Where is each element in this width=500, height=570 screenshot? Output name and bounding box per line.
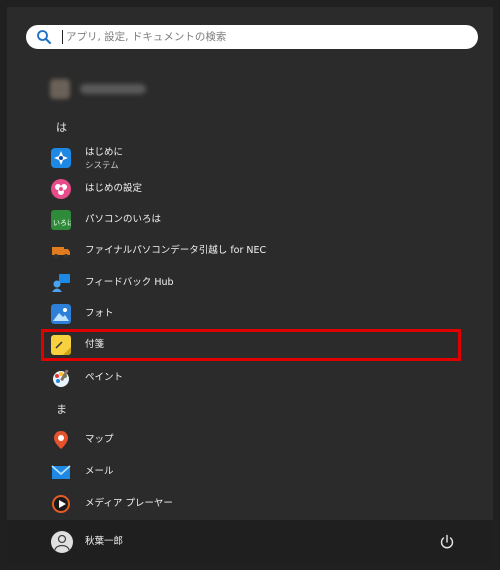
app-label: メール — [85, 466, 114, 477]
paint-icon — [53, 369, 69, 387]
app-data-transfer[interactable]: ファイナルパソコンデータ引越し for NEC — [45, 236, 457, 266]
app-label: フォト — [85, 308, 114, 319]
app-label: ペイント — [85, 372, 124, 383]
iroha-icon: いろは — [51, 210, 71, 230]
app-label: マップ — [85, 434, 114, 445]
text-caret — [62, 30, 63, 44]
media-player-icon — [52, 495, 70, 513]
maps-icon — [54, 431, 68, 449]
data-transfer-truck-icon — [52, 247, 70, 258]
initial-setup-icon — [51, 179, 71, 199]
search-icon — [37, 30, 51, 44]
app-get-started[interactable]: はじめに システム — [45, 143, 457, 173]
app-media-player[interactable]: メディア プレーヤー — [45, 489, 457, 519]
user-name[interactable]: 秋葉一郎 — [85, 535, 123, 549]
app-mail[interactable]: メール — [45, 457, 457, 487]
app-maps[interactable]: マップ — [45, 425, 457, 455]
app-label: はじめに — [85, 147, 124, 158]
app-label: パソコンのいろは — [85, 214, 162, 225]
recent-app-label-blurred — [80, 84, 146, 94]
app-feedback-hub[interactable]: フィードバック Hub — [45, 268, 457, 298]
feedback-hub-icon — [52, 274, 70, 292]
search-placeholder: アプリ, 設定, ドキュメントの検索 — [66, 31, 227, 43]
mail-icon — [51, 465, 71, 479]
app-initial-setup[interactable]: はじめの設定 — [45, 174, 457, 204]
app-label: はじめの設定 — [85, 183, 143, 194]
app-photos[interactable]: フォト — [45, 299, 457, 329]
app-pc-iroha[interactable]: いろは パソコンのいろは — [45, 205, 457, 235]
recent-app-icon-blurred — [50, 79, 70, 99]
user-avatar-icon[interactable] — [51, 531, 73, 553]
highlight-box — [41, 329, 461, 361]
search-box[interactable]: アプリ, 設定, ドキュメントの検索 — [26, 25, 478, 49]
get-started-icon — [51, 148, 71, 168]
app-label: メディア プレーヤー — [85, 498, 173, 509]
photos-icon — [51, 304, 71, 324]
group-header-ha[interactable]: は — [56, 121, 67, 135]
start-footer: 秋葉一郎 — [7, 520, 493, 563]
start-menu-frame: アプリ, 設定, ドキュメントの検索 は はじめに システム はじめの設定 いろ… — [0, 0, 500, 570]
power-icon[interactable] — [439, 534, 455, 550]
app-label: フィードバック Hub — [85, 277, 174, 288]
app-paint[interactable]: ペイント — [45, 363, 457, 393]
app-sublabel: システム — [85, 161, 119, 171]
app-label: ファイナルパソコンデータ引越し for NEC — [85, 245, 267, 256]
group-header-ma[interactable]: ま — [56, 403, 67, 417]
start-menu-all-apps: アプリ, 設定, ドキュメントの検索 は はじめに システム はじめの設定 いろ… — [7, 7, 493, 563]
svg-text:いろは: いろは — [53, 219, 71, 227]
